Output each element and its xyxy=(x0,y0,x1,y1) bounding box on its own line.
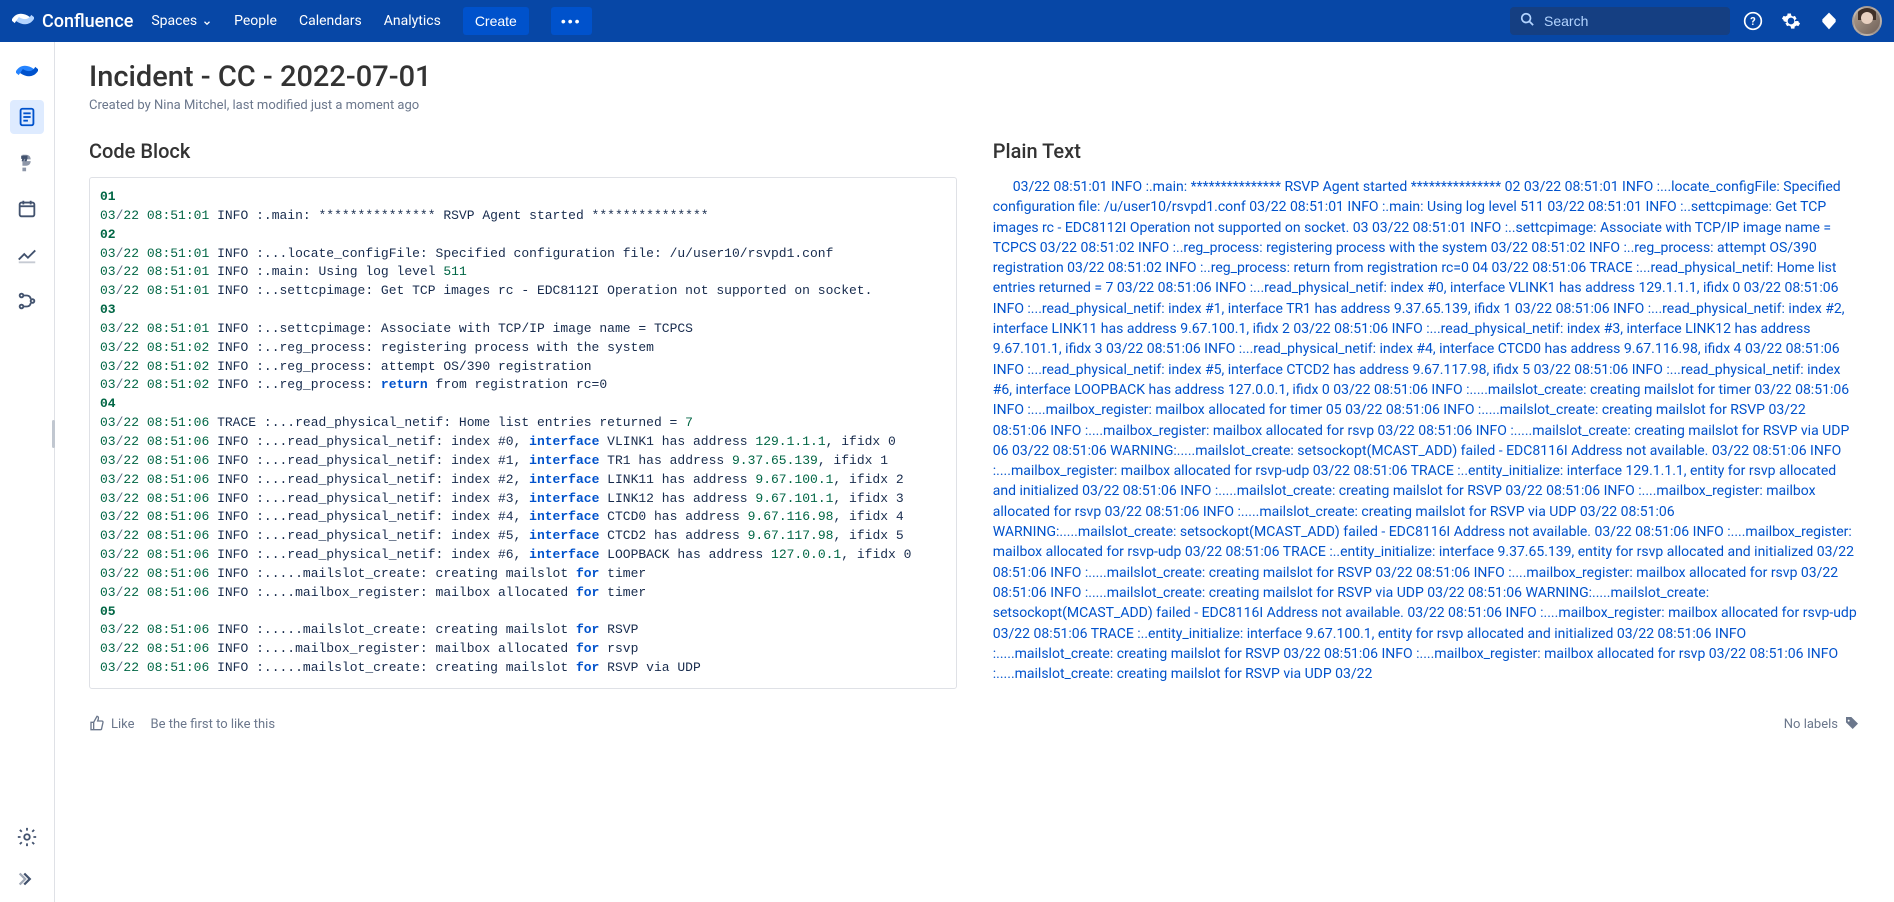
code-line: 05 xyxy=(100,603,946,622)
nav-analytics-label: Analytics xyxy=(384,13,441,29)
rail-space-settings[interactable] xyxy=(10,284,44,318)
rail-pages[interactable] xyxy=(10,100,44,134)
code-line: 03/22 08:51:06 INFO :.....mailslot_creat… xyxy=(100,621,946,640)
code-line: 03/22 08:51:01 INFO :..settcpimage: Get … xyxy=(100,282,946,301)
like-label: Like xyxy=(111,717,135,732)
byline-prefix: Created by xyxy=(89,98,154,113)
nav-calendars[interactable]: Calendars xyxy=(299,13,362,29)
more-menu-button[interactable]: ••• xyxy=(551,7,592,35)
code-line: 04 xyxy=(100,395,946,414)
nav-people-label: People xyxy=(234,13,277,29)
rail-analytics[interactable] xyxy=(10,238,44,272)
nav-analytics[interactable]: Analytics xyxy=(384,13,441,29)
code-line: 03/22 08:51:02 INFO :..reg_process: regi… xyxy=(100,339,946,358)
page-footer: Like Be the first to like this No labels xyxy=(89,715,1860,735)
section-code-block-title: Code Block xyxy=(89,139,957,163)
section-plain-text-title: Plain Text xyxy=(993,139,1860,163)
avatar xyxy=(1852,6,1882,36)
code-line: 01 xyxy=(100,188,946,207)
code-line: 03/22 08:51:06 INFO :...read_physical_ne… xyxy=(100,527,946,546)
search-icon xyxy=(1520,12,1534,30)
brand[interactable]: Confluence xyxy=(12,8,133,35)
code-line: 03/22 08:51:06 INFO :...read_physical_ne… xyxy=(100,546,946,565)
code-line: 03/22 08:51:02 INFO :..reg_process: atte… xyxy=(100,358,946,377)
search-input[interactable] xyxy=(1542,12,1720,30)
help-button[interactable]: ? xyxy=(1738,6,1768,36)
tag-icon xyxy=(1844,715,1860,735)
left-rail: ❞ xyxy=(0,42,55,902)
code-block[interactable]: 0103/22 08:51:01 INFO :.main: **********… xyxy=(89,177,957,689)
rail-confluence-icon[interactable] xyxy=(10,54,44,88)
plain-text-body: 03/22 08:51:01 INFO :.main: ************… xyxy=(993,177,1860,684)
page-byline: Created by Nina Mitchel, last modified j… xyxy=(89,98,1860,113)
no-labels-text: No labels xyxy=(1784,717,1838,732)
create-button[interactable]: Create xyxy=(463,7,529,35)
nav-calendars-label: Calendars xyxy=(299,13,362,29)
brand-label: Confluence xyxy=(42,11,133,32)
code-line: 03/22 08:51:01 INFO :.main: Using log le… xyxy=(100,263,946,282)
code-line: 03/22 08:51:06 INFO :.....mailslot_creat… xyxy=(100,659,946,678)
nav-people[interactable]: People xyxy=(234,13,277,29)
page-title: Incident - CC - 2022-07-01 xyxy=(89,60,1860,94)
svg-text:❞: ❞ xyxy=(21,153,29,171)
code-line: 03/22 08:51:06 INFO :....mailbox_registe… xyxy=(100,584,946,603)
confluence-icon xyxy=(12,8,34,35)
search-box[interactable] xyxy=(1510,7,1730,35)
code-line: 03/22 08:51:06 INFO :....mailbox_registe… xyxy=(100,640,946,659)
svg-text:?: ? xyxy=(1750,15,1755,28)
profile-button[interactable] xyxy=(1852,6,1882,36)
byline-suffix: , last modified just a moment ago xyxy=(227,98,419,113)
primary-nav: Spaces People Calendars Analytics Create… xyxy=(151,7,591,35)
code-line: 03/22 08:51:06 INFO :...read_physical_ne… xyxy=(100,452,946,471)
like-button[interactable]: Like xyxy=(89,715,135,735)
code-line: 03 xyxy=(100,301,946,320)
rail-settings[interactable] xyxy=(10,820,44,854)
code-line: 03/22 08:51:06 INFO :...read_physical_ne… xyxy=(100,508,946,527)
code-line: 03/22 08:51:01 INFO :..settcpimage: Asso… xyxy=(100,320,946,339)
top-nav: Confluence Spaces People Calendars Analy… xyxy=(0,0,1894,42)
code-line: 03/22 08:51:06 INFO :...read_physical_ne… xyxy=(100,490,946,509)
code-line: 02 xyxy=(100,226,946,245)
code-line: 03/22 08:51:06 INFO :...read_physical_ne… xyxy=(100,471,946,490)
sidebar-collapse-handle[interactable] xyxy=(52,420,55,448)
rail-blog[interactable]: ❞ xyxy=(10,146,44,180)
code-line: 03/22 08:51:06 TRACE :...read_physical_n… xyxy=(100,414,946,433)
settings-button[interactable] xyxy=(1776,6,1806,36)
nav-spaces[interactable]: Spaces xyxy=(151,13,212,29)
like-status: Be the first to like this xyxy=(151,717,276,732)
nav-spaces-label: Spaces xyxy=(151,13,197,29)
notifications-button[interactable] xyxy=(1814,6,1844,36)
labels-area[interactable]: No labels xyxy=(1784,715,1860,735)
chevron-down-icon xyxy=(202,16,212,26)
rail-expand[interactable] xyxy=(10,862,44,896)
code-line: 03/22 08:51:02 INFO :..reg_process: retu… xyxy=(100,376,946,395)
code-line: 03/22 08:51:06 INFO :.....mailslot_creat… xyxy=(100,565,946,584)
thumbs-up-icon xyxy=(89,715,105,735)
code-line: 03/22 08:51:01 INFO :.main: ************… xyxy=(100,207,946,226)
byline-author-link[interactable]: Nina Mitchel xyxy=(154,98,227,113)
rail-calendar[interactable] xyxy=(10,192,44,226)
code-line: 03/22 08:51:01 INFO :...locate_configFil… xyxy=(100,245,946,264)
page-content: Incident - CC - 2022-07-01 Created by Ni… xyxy=(55,42,1894,902)
code-line: 03/22 08:51:06 INFO :...read_physical_ne… xyxy=(100,433,946,452)
